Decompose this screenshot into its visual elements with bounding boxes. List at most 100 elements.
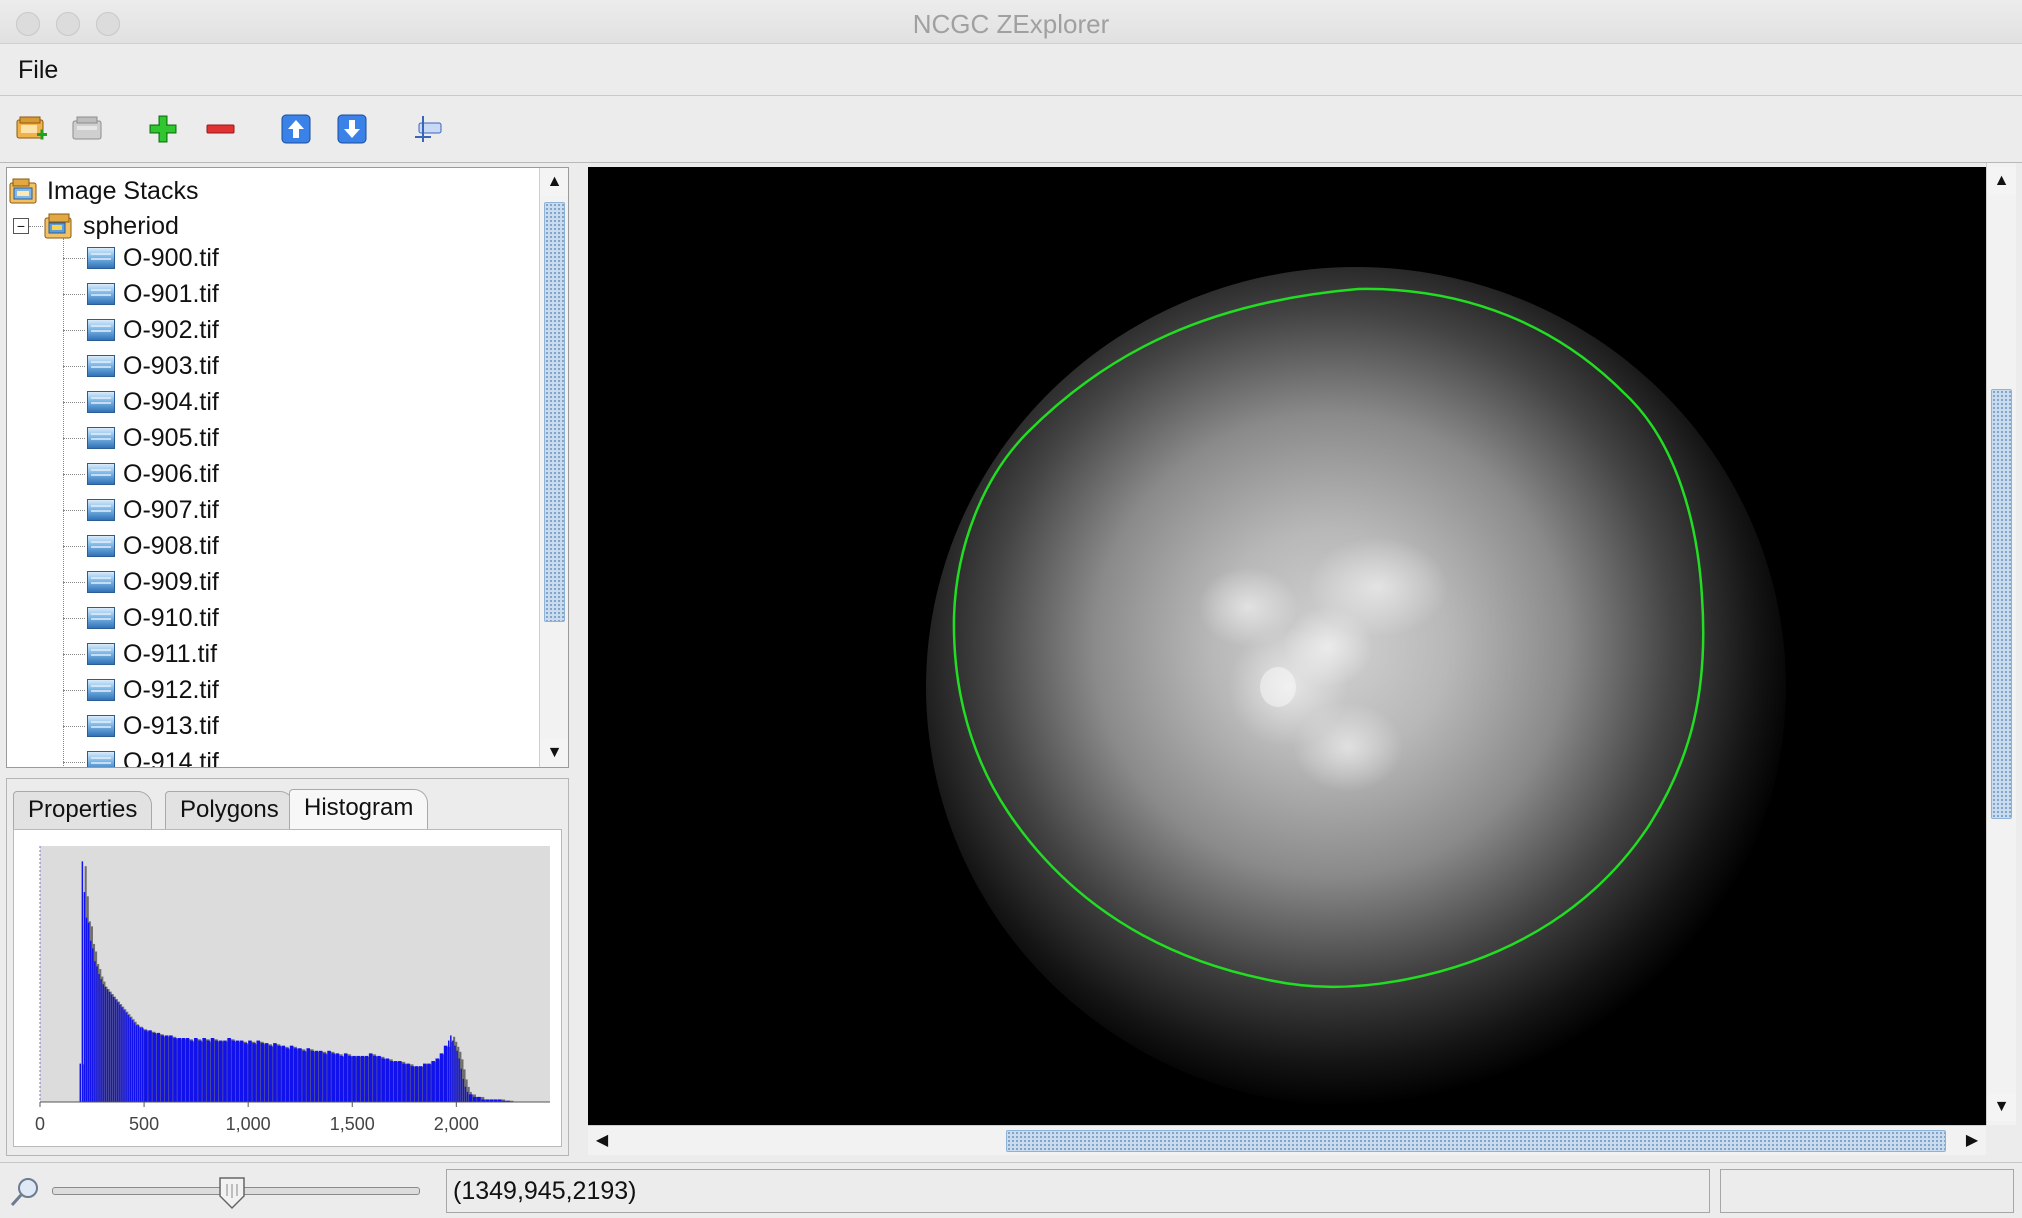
histogram-bar (410, 1066, 415, 1102)
histogram-bar (373, 1055, 377, 1102)
histogram-bar (81, 861, 84, 1102)
histogram-bar (210, 1038, 215, 1102)
histogram-bar (160, 1035, 165, 1102)
histogram-bar (385, 1058, 390, 1102)
histogram-bar (104, 986, 107, 1102)
move-up-button[interactable] (276, 111, 316, 147)
tree-file-label: O-909.tif (123, 567, 219, 596)
histogram-x-tick-label: 2,000 (434, 1114, 479, 1134)
tree-file-item[interactable]: O-906.tif (87, 456, 219, 492)
histogram-bar (177, 1038, 181, 1102)
histogram-bar (285, 1048, 290, 1102)
tree-file-item[interactable]: O-902.tif (87, 312, 219, 348)
histogram-bar (418, 1066, 423, 1102)
collapse-toggle-icon[interactable]: − (13, 218, 29, 234)
histogram-bar (458, 1058, 460, 1102)
tree-file-item[interactable]: O-905.tif (87, 420, 219, 456)
viewer-scroll-right-button[interactable]: ▶ (1958, 1126, 1986, 1154)
histogram-bar (87, 922, 90, 1102)
add-button[interactable] (143, 111, 183, 147)
tree-scroll-down-button[interactable]: ▼ (540, 739, 568, 767)
tree-connector (63, 510, 85, 511)
histogram-bar (310, 1050, 315, 1102)
remove-stack-button[interactable] (68, 111, 108, 147)
add-stack-icon (16, 116, 47, 140)
histogram-bar (119, 1004, 121, 1102)
menu-file[interactable]: File (18, 56, 58, 85)
tree-file-item[interactable]: O-904.tif (87, 384, 219, 420)
move-down-button[interactable] (332, 111, 372, 147)
histogram-bar (198, 1040, 202, 1102)
tree-file-item[interactable]: O-914.tif (87, 744, 219, 767)
tree-file-item[interactable]: O-901.tif (87, 276, 219, 312)
histogram-bar (393, 1061, 398, 1102)
image-file-icon (87, 391, 115, 413)
image-file-icon (87, 283, 115, 305)
histogram-bar (264, 1043, 269, 1102)
histogram-bar (139, 1027, 142, 1102)
histogram-bar (364, 1055, 369, 1102)
tree-vertical-scrollbar[interactable]: ▲ ▼ (539, 168, 568, 767)
tree-connector (63, 330, 85, 331)
tree-file-item[interactable]: O-910.tif (87, 600, 219, 636)
viewer-scroll-up-button[interactable]: ▲ (1987, 167, 2016, 195)
remove-button[interactable] (200, 111, 240, 147)
histogram-bar (277, 1045, 281, 1102)
tree-connector (63, 582, 85, 583)
tree-node-spheriod[interactable]: − spheriod (13, 208, 179, 244)
tab-properties[interactable]: Properties (13, 791, 153, 829)
histogram-bar (398, 1061, 402, 1102)
image-file-icon (87, 355, 115, 377)
tree-file-item[interactable]: O-903.tif (87, 348, 219, 384)
histogram-bar (452, 1040, 454, 1102)
histogram-bar (427, 1063, 431, 1102)
histogram-bar (83, 892, 86, 1102)
histogram-bar (123, 1009, 125, 1102)
add-stack-button[interactable] (12, 111, 52, 147)
zoom-slider-thumb[interactable] (218, 1176, 246, 1210)
tree-file-item[interactable]: O-912.tif (87, 672, 219, 708)
histogram-bar (231, 1040, 236, 1102)
tree-root-image-stacks[interactable]: Image Stacks (9, 173, 198, 209)
tree-file-label: O-906.tif (123, 459, 219, 488)
histogram-x-tick-label: 0 (35, 1114, 45, 1134)
tree-scroll-up-button[interactable]: ▲ (540, 168, 568, 196)
histogram-bar (144, 1030, 148, 1102)
viewer-vscroll-thumb[interactable] (1991, 389, 2012, 819)
tree-file-label: O-903.tif (123, 351, 219, 380)
viewer-horizontal-scrollbar[interactable]: ◀ ▶ (588, 1125, 1986, 1155)
tree-file-item[interactable]: O-911.tif (87, 636, 217, 672)
histogram-bar (248, 1040, 252, 1102)
crop-tool-button[interactable] (408, 111, 448, 147)
viewer-hscroll-thumb[interactable] (1006, 1130, 1946, 1152)
tree-scroll-thumb[interactable] (544, 202, 565, 622)
tree-file-item[interactable]: O-908.tif (87, 528, 219, 564)
tab-histogram[interactable]: Histogram (289, 789, 429, 829)
histogram-bar (348, 1055, 352, 1102)
image-canvas[interactable] (588, 167, 1986, 1125)
histogram-bar (450, 1035, 452, 1102)
histogram-bar (331, 1053, 335, 1102)
plus-icon (149, 115, 177, 143)
minus-icon (206, 124, 235, 134)
coordinate-readout: (1349,945,2193) (446, 1169, 1710, 1213)
tree-file-item[interactable]: O-913.tif (87, 708, 219, 744)
histogram-bar (402, 1063, 406, 1102)
histogram-bar (133, 1022, 136, 1102)
histogram-bar (185, 1038, 190, 1102)
image-file-icon (87, 499, 115, 521)
viewer-scroll-down-button[interactable]: ▼ (1987, 1093, 2016, 1121)
histogram-bar (173, 1038, 177, 1102)
histogram-bar (456, 1050, 458, 1102)
viewer-vertical-scrollbar[interactable]: ▲ ▼ (1986, 163, 2016, 1125)
tree-file-item[interactable]: O-909.tif (87, 564, 219, 600)
histogram-x-tick-label: 1,500 (330, 1114, 375, 1134)
menu-bar: File (0, 44, 2022, 96)
tab-polygons[interactable]: Polygons (165, 791, 294, 829)
tree-file-item[interactable]: O-900.tif (87, 240, 219, 276)
tree-file-item[interactable]: O-907.tif (87, 492, 219, 528)
tree-connector (63, 690, 85, 691)
image-file-icon (87, 427, 115, 449)
viewer-scroll-left-button[interactable]: ◀ (588, 1126, 616, 1154)
histogram-bar (268, 1045, 273, 1102)
